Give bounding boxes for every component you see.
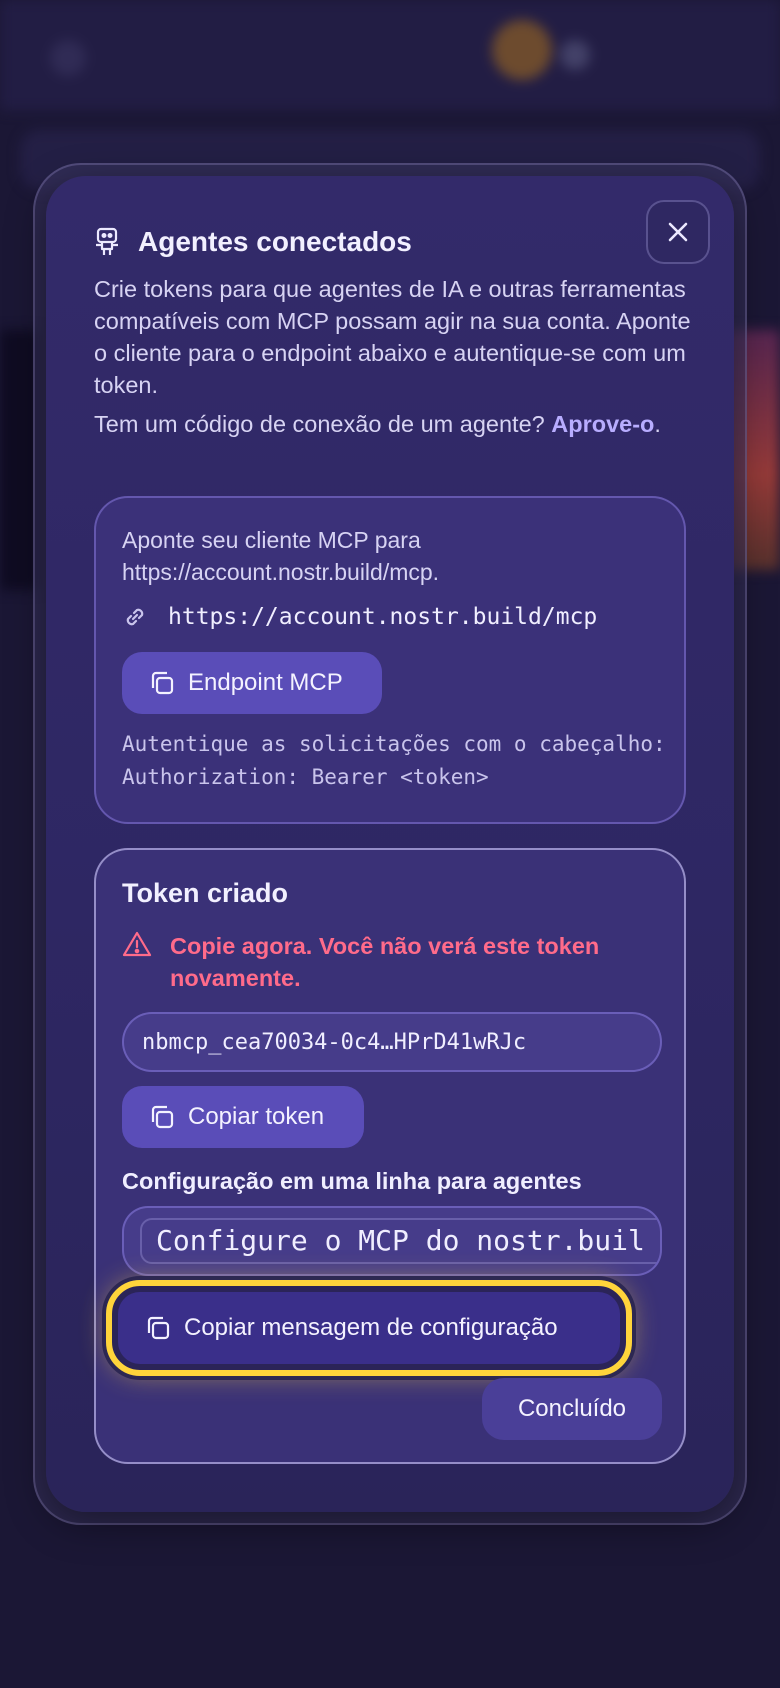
link-icon (122, 604, 148, 630)
copy-endpoint-button[interactable]: Endpoint MCP (122, 652, 382, 714)
modal-header: Agentes conectados (94, 226, 412, 258)
copy-icon (144, 1314, 172, 1342)
copy-icon (148, 669, 176, 697)
background-topbar (0, 0, 780, 110)
endpoint-url-row: https://account.nostr.build/mcp (122, 604, 597, 630)
warning-text: Copie agora. Você não verá este token no… (170, 933, 600, 991)
endpoint-url: https://account.nostr.build/mcp (168, 604, 598, 630)
copy-config-label: Copiar mensagem de configuração (184, 1314, 558, 1341)
background-dot (50, 40, 86, 76)
copy-token-label: Copiar token (188, 1103, 325, 1130)
approve-line: Tem um código de conexão de um agente? A… (94, 408, 694, 440)
done-button[interactable]: Concluído (482, 1378, 662, 1440)
copy-icon (148, 1103, 176, 1131)
copy-endpoint-label: Endpoint MCP (188, 669, 343, 696)
modal-title: Agentes conectados (138, 226, 412, 257)
close-icon (667, 221, 689, 243)
oneline-config-field[interactable]: Configure o MCP do nostr.buil (122, 1206, 662, 1276)
approve-link[interactable]: Aprove-o (551, 411, 654, 437)
endpoint-instruction: Aponte seu cliente MCP para https://acco… (122, 527, 440, 585)
endpoint-card: Aponte seu cliente MCP para https://acco… (94, 496, 686, 824)
auth-note: Autentique as solicitações com o cabeçal… (122, 732, 666, 789)
warning-icon (122, 930, 152, 994)
close-button[interactable] (646, 200, 710, 264)
approve-suffix: . (654, 411, 661, 437)
background-dot (492, 20, 552, 80)
approve-prompt: Tem um código de conexão de um agente? (94, 411, 545, 437)
background-dot (560, 40, 590, 70)
robot-icon (94, 227, 120, 257)
token-field[interactable]: nbmcp_cea70034-0c4…HPrD41wRJc (122, 1012, 662, 1072)
token-card-title: Token criado (122, 878, 289, 908)
oneline-config-value[interactable]: Configure o MCP do nostr.buil (140, 1218, 660, 1264)
copy-token-button[interactable]: Copiar token (122, 1086, 364, 1148)
token-warning: Copie agora. Você não verá este token no… (122, 930, 640, 994)
modal-description: Crie tokens para que agentes de IA e out… (94, 276, 691, 398)
copy-config-button[interactable]: Copiar mensagem de configuração (118, 1292, 620, 1364)
oneline-config-label: Configuração em uma linha para agentes (122, 1168, 582, 1194)
token-card: Token criado Copie agora. Você não verá … (94, 848, 686, 1464)
